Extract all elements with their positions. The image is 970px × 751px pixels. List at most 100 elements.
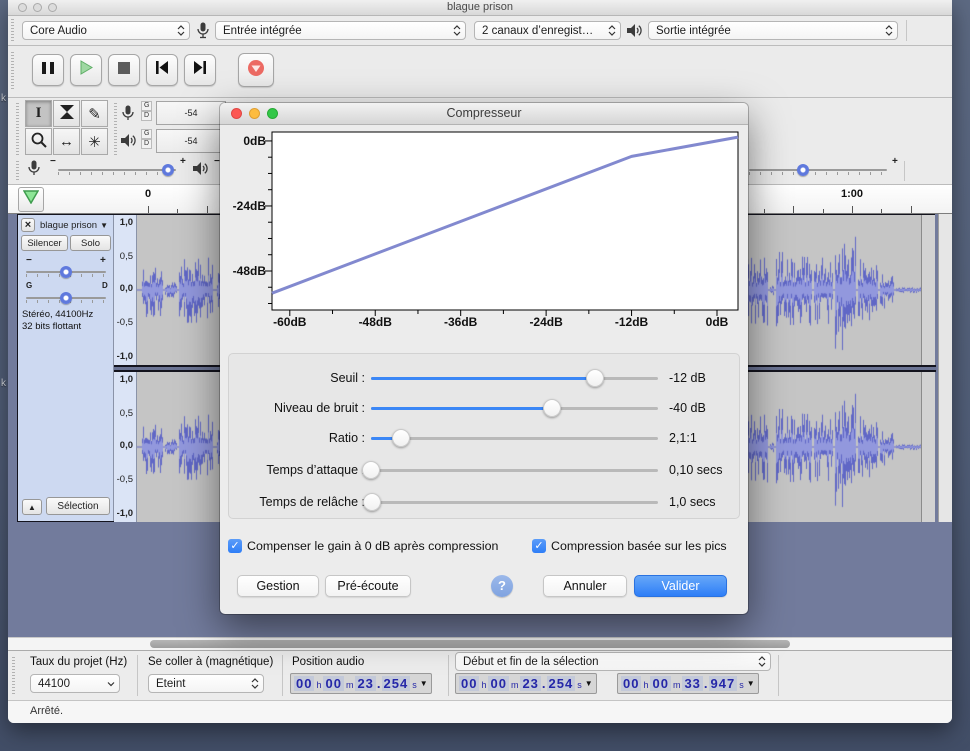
hours-digits: 00 xyxy=(459,676,479,691)
slider-knob[interactable] xyxy=(362,461,380,479)
status-bar: Arrêté. xyxy=(8,700,952,723)
arrows-horizontal-icon: ↔ xyxy=(59,133,74,150)
clip-end-line xyxy=(921,215,922,365)
playback-device-select[interactable]: Sortie intégrée xyxy=(648,21,898,40)
gain-knob[interactable] xyxy=(60,266,72,278)
chevron-updown-icon xyxy=(758,656,766,667)
help-button[interactable]: ? xyxy=(491,575,513,597)
time-format-dropdown-icon: ▼ xyxy=(584,679,593,688)
slider-knob[interactable] xyxy=(543,399,561,417)
magnifier-icon xyxy=(31,132,47,152)
device-toolbar: Core Audio Entrée intégrée 2 canaux d’en… xyxy=(8,16,952,46)
vertical-ruler-right-channel: 1,0 0,5 0,0 -0,5 -1,0 xyxy=(114,372,137,522)
envelope-tool-button[interactable] xyxy=(53,100,80,127)
toolbar-grip[interactable] xyxy=(11,52,14,91)
track-select-button[interactable]: Sélection xyxy=(46,497,110,515)
release-time-label: Temps de relâche : xyxy=(229,495,365,509)
x-axis-tick-label: -12dB xyxy=(608,315,656,329)
selection-mode-select[interactable]: Début et fin de la sélection xyxy=(455,652,771,671)
chevron-updown-icon xyxy=(453,25,461,36)
track-name-menu[interactable]: blague prison ▼ xyxy=(37,218,111,232)
desktop-text: k xyxy=(1,378,6,389)
time-format-dropdown-icon: ▼ xyxy=(419,679,428,688)
seconds-unit: s xyxy=(738,678,745,690)
skip-to-start-button[interactable] xyxy=(146,54,178,86)
zoom-tool-button[interactable] xyxy=(25,128,52,155)
ratio-slider[interactable] xyxy=(371,437,658,440)
decimal-point: . xyxy=(542,676,546,691)
noise-floor-slider[interactable] xyxy=(371,407,658,410)
selection-tool-button[interactable]: I xyxy=(25,100,52,127)
attack-time-value: 0,10 secs xyxy=(669,463,723,477)
attack-time-slider[interactable] xyxy=(371,469,658,472)
millis-digits: 254 xyxy=(547,676,576,691)
audio-position-field[interactable]: 00h00m23.254s▼ xyxy=(290,673,432,694)
slider-knob[interactable] xyxy=(363,493,381,511)
compressor-curve-graph xyxy=(260,128,746,324)
timeline-tick xyxy=(852,206,853,213)
x-axis-tick-label: -60dB xyxy=(266,315,314,329)
release-time-slider[interactable] xyxy=(371,501,658,504)
playback-volume-slider[interactable] xyxy=(749,169,887,171)
recording-device-select[interactable]: Entrée intégrée xyxy=(215,21,466,40)
release-time-value: 1,0 secs xyxy=(669,495,716,509)
selection-start-field[interactable]: 00h00m23.254s▼ xyxy=(455,673,597,694)
seconds-digits: 23 xyxy=(355,676,375,691)
record-meter[interactable]: -54 xyxy=(156,101,226,125)
peak-based-checkbox[interactable]: ✓ Compression basée sur les pics xyxy=(532,539,727,553)
pan-knob[interactable] xyxy=(60,292,72,304)
dialog-titlebar[interactable]: Compresseur xyxy=(220,103,748,125)
ok-button[interactable]: Valider xyxy=(634,575,727,597)
window-titlebar[interactable]: blague prison xyxy=(8,0,952,16)
close-track-button[interactable]: × xyxy=(21,218,35,232)
preview-button[interactable]: Pré-écoute xyxy=(325,575,411,597)
timeline-tick xyxy=(148,206,149,213)
dialog-title: Compresseur xyxy=(220,106,748,120)
stop-button[interactable] xyxy=(108,54,140,86)
mixer-mic-icon xyxy=(28,160,40,182)
toolbar-grip[interactable] xyxy=(12,657,15,694)
toolbar-grip[interactable] xyxy=(11,19,14,42)
pause-button[interactable] xyxy=(32,54,64,86)
threshold-slider[interactable] xyxy=(371,377,658,380)
toolbar-grip[interactable] xyxy=(16,161,19,181)
snap-to-select[interactable]: Éteint xyxy=(148,674,264,693)
play-button[interactable] xyxy=(70,54,102,86)
minutes-digits: 00 xyxy=(323,676,343,691)
toolbar-grip[interactable] xyxy=(114,103,117,155)
x-axis-tick-label: -48dB xyxy=(351,315,399,329)
horizontal-scrollbar[interactable] xyxy=(8,637,952,650)
x-axis-tick-label: 0dB xyxy=(693,315,741,329)
project-rate-select[interactable]: 44100 xyxy=(30,674,120,693)
skip-to-end-button[interactable] xyxy=(184,54,216,86)
y-axis-tick-label: -48dB xyxy=(220,264,266,278)
selection-end-field[interactable]: 00h00m33.947s▼ xyxy=(617,673,759,694)
slider-knob[interactable] xyxy=(392,429,410,447)
minutes-digits: 00 xyxy=(488,676,508,691)
quickplay-pin-button[interactable] xyxy=(18,187,44,212)
draw-tool-button[interactable]: ✎ xyxy=(81,100,108,127)
recording-channels-select[interactable]: 2 canaux d’enregist… xyxy=(474,21,621,40)
multi-tool-button[interactable]: ✳ xyxy=(81,128,108,155)
compressor-dialog: Compresseur -60dB-48dB-36dB-24dB-12dB0dB… xyxy=(220,103,748,614)
scrollbar-thumb[interactable] xyxy=(150,640,790,648)
mute-button[interactable]: Silencer xyxy=(21,235,68,251)
solo-button[interactable]: Solo xyxy=(70,235,111,251)
collapse-track-button[interactable]: ▲ xyxy=(22,499,42,515)
chevron-updown-icon xyxy=(251,678,259,689)
toolbar-grip[interactable] xyxy=(16,103,19,155)
playback-volume-knob[interactable] xyxy=(797,164,809,176)
gain-slider[interactable] xyxy=(26,271,106,273)
audio-host-select[interactable]: Core Audio xyxy=(22,21,190,40)
recording-volume-slider[interactable] xyxy=(58,169,176,171)
pan-slider[interactable] xyxy=(26,297,106,299)
timeshift-tool-button[interactable]: ↔ xyxy=(53,128,80,155)
play-meter[interactable]: -54 xyxy=(156,129,226,153)
makeup-gain-checkbox[interactable]: ✓ Compenser le gain à 0 dB après compres… xyxy=(228,539,498,553)
record-button[interactable] xyxy=(238,53,274,87)
vertical-scrollbar[interactable] xyxy=(938,214,952,522)
cancel-button[interactable]: Annuler xyxy=(543,575,627,597)
slider-knob[interactable] xyxy=(586,369,604,387)
manage-button[interactable]: Gestion xyxy=(237,575,319,597)
recording-volume-knob[interactable] xyxy=(162,164,174,176)
